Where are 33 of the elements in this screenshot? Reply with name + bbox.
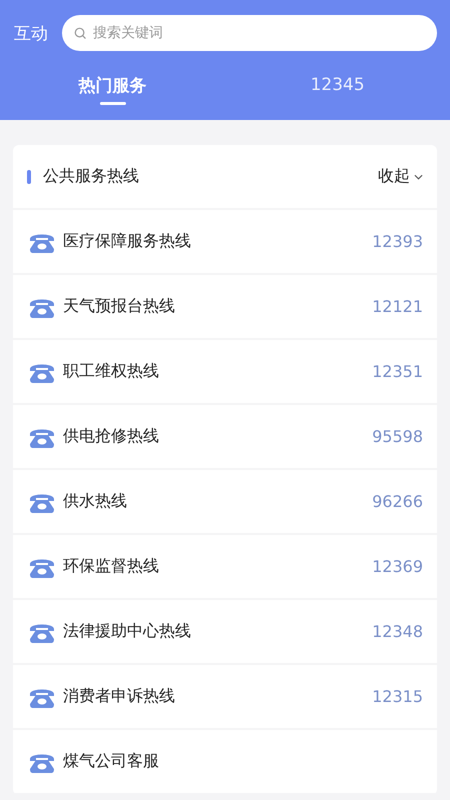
- hotline-name: 天气预报台热线: [63, 296, 176, 317]
- hotline-row[interactable]: 天气预报台热线 12121: [13, 275, 437, 340]
- hotline-number: 96266: [372, 492, 423, 511]
- collapse-toggle[interactable]: 收起: [378, 166, 423, 187]
- hotline-number: 12369: [372, 557, 423, 576]
- hotline-name: 医疗保障服务热线: [63, 231, 192, 252]
- hotline-name: 法律援助中心热线: [63, 621, 192, 642]
- hotline-row[interactable]: 环保监督热线 12369: [13, 535, 437, 600]
- hotline-name: 职工维权热线: [63, 361, 160, 382]
- hotline-number: 12393: [372, 232, 423, 251]
- hotline-number: 12315: [372, 687, 423, 706]
- hotline-row[interactable]: 医疗保障服务热线 12393: [13, 210, 437, 275]
- hotline-name: 环保监督热线: [63, 556, 160, 577]
- page-title: 互动: [14, 22, 48, 44]
- hotline-number: 12121: [372, 297, 423, 316]
- hotline-name: 供电抢修热线: [63, 426, 160, 447]
- hotline-name: 供水热线: [63, 491, 128, 512]
- hotline-number: 12348: [372, 622, 423, 641]
- hotline-name: 消费者申诉热线: [63, 686, 176, 707]
- accent-bar: [27, 170, 31, 184]
- hotline-row[interactable]: 供电抢修热线 95598: [13, 405, 437, 470]
- hotline-row[interactable]: 供水热线 96266: [13, 470, 437, 535]
- hotline-row[interactable]: 法律援助中心热线 12348: [13, 600, 437, 665]
- tab-indicator: [100, 102, 126, 105]
- hotline-row[interactable]: 职工维权热线 12351: [13, 340, 437, 405]
- section-title: 公共服务热线: [43, 166, 140, 187]
- chevron-icon: [414, 174, 423, 180]
- hotline-row[interactable]: 消费者申诉热线 12315: [13, 665, 437, 730]
- hotline-number: 95598: [372, 427, 423, 446]
- hotline-name: 煤气公司客服: [63, 751, 160, 772]
- hotline-number: 12351: [372, 362, 423, 381]
- search-field[interactable]: 搜索关键词: [62, 15, 437, 51]
- hotline-row[interactable]: 煤气公司客服: [13, 730, 437, 795]
